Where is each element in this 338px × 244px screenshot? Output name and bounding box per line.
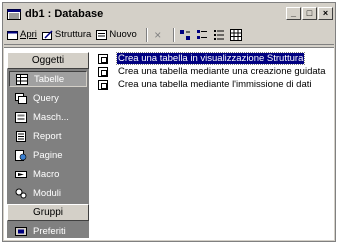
module-icon bbox=[15, 188, 27, 199]
window-title: db1 : Database bbox=[25, 8, 104, 20]
wizard-icon bbox=[98, 66, 108, 77]
database-window: db1 : Database _ □ × Apri Struttura Nuov… bbox=[2, 2, 336, 242]
toolbar-separator bbox=[172, 27, 175, 42]
sidebar-item-label: Masch... bbox=[33, 111, 69, 123]
sidebar-item-query[interactable]: Query bbox=[9, 90, 87, 106]
database-toolbar: Apri Struttura Nuovo × bbox=[4, 25, 334, 45]
list-view-icon[interactable] bbox=[213, 29, 225, 41]
table-icon bbox=[16, 73, 28, 85]
favorites-icon bbox=[15, 226, 27, 237]
title-bar[interactable]: db1 : Database _ □ × bbox=[4, 4, 334, 24]
groups-button[interactable]: Gruppi bbox=[7, 204, 89, 221]
sidebar-item-preferiti[interactable]: Preferiti bbox=[9, 223, 87, 239]
sidebar-item-tabelle[interactable]: Tabelle bbox=[9, 71, 87, 87]
maximize-button[interactable]: □ bbox=[302, 7, 317, 20]
design-button[interactable]: Struttura bbox=[41, 29, 92, 40]
sidebar-item-label: Moduli bbox=[33, 187, 61, 199]
objects-bar: Oggetti Tabelle Query Masch... Report Pa… bbox=[7, 52, 89, 238]
details-view-icon[interactable] bbox=[229, 28, 242, 41]
new-label: Nuovo bbox=[109, 29, 137, 40]
database-icon bbox=[7, 8, 21, 20]
open-button[interactable]: Apri bbox=[7, 29, 37, 40]
window-controls: _ □ × bbox=[285, 7, 333, 20]
sidebar-item-label: Macro bbox=[33, 168, 60, 180]
new-button[interactable]: Nuovo bbox=[96, 29, 137, 40]
design-label: Struttura bbox=[54, 29, 92, 40]
toolbar-separator bbox=[145, 27, 148, 42]
sidebar-item-label: Pagine bbox=[33, 149, 63, 161]
sidebar-item-label: Query bbox=[33, 92, 59, 104]
sidebar-item-label: Tabelle bbox=[34, 73, 65, 85]
open-icon bbox=[7, 30, 18, 40]
query-icon bbox=[15, 92, 27, 104]
list-item-label: Crea una tabella mediante l'immissione d… bbox=[118, 79, 312, 90]
sidebar-item-pagine[interactable]: Pagine bbox=[9, 147, 87, 163]
form-icon bbox=[15, 111, 27, 123]
large-icons-icon[interactable] bbox=[179, 29, 191, 41]
list-item[interactable]: Crea una tabella mediante una creazione … bbox=[98, 65, 327, 78]
page-icon bbox=[15, 149, 27, 161]
sidebar-item-report[interactable]: Report bbox=[9, 128, 87, 144]
new-icon bbox=[96, 29, 108, 40]
list-item[interactable]: Crea una tabella mediante l'immissione d… bbox=[98, 78, 327, 91]
close-button[interactable]: × bbox=[318, 7, 333, 20]
macro-icon bbox=[15, 169, 27, 180]
wizard-icon bbox=[98, 79, 108, 90]
sidebar-item-maschere[interactable]: Masch... bbox=[9, 109, 87, 125]
object-list: Crea una tabella in visualizzazione Stru… bbox=[98, 52, 327, 91]
report-icon bbox=[15, 130, 27, 142]
sidebar-item-macro[interactable]: Macro bbox=[9, 166, 87, 182]
design-icon bbox=[41, 29, 53, 40]
minimize-button[interactable]: _ bbox=[286, 7, 301, 20]
small-icons-icon[interactable] bbox=[196, 29, 208, 41]
objects-group-button[interactable]: Oggetti bbox=[7, 52, 89, 69]
wizard-icon bbox=[98, 53, 108, 64]
open-label: Apri bbox=[20, 29, 37, 40]
list-item-label: Crea una tabella mediante una creazione … bbox=[118, 66, 326, 77]
database-content: Oggetti Tabelle Query Masch... Report Pa… bbox=[4, 47, 334, 240]
sidebar-item-label: Preferiti bbox=[33, 225, 66, 237]
sidebar-item-label: Report bbox=[33, 130, 62, 142]
sidebar-item-moduli[interactable]: Moduli bbox=[9, 185, 87, 201]
list-item-label: Crea una tabella in visualizzazione Stru… bbox=[115, 52, 306, 65]
delete-icon[interactable]: × bbox=[152, 28, 164, 42]
list-item[interactable]: Crea una tabella in visualizzazione Stru… bbox=[98, 52, 327, 65]
